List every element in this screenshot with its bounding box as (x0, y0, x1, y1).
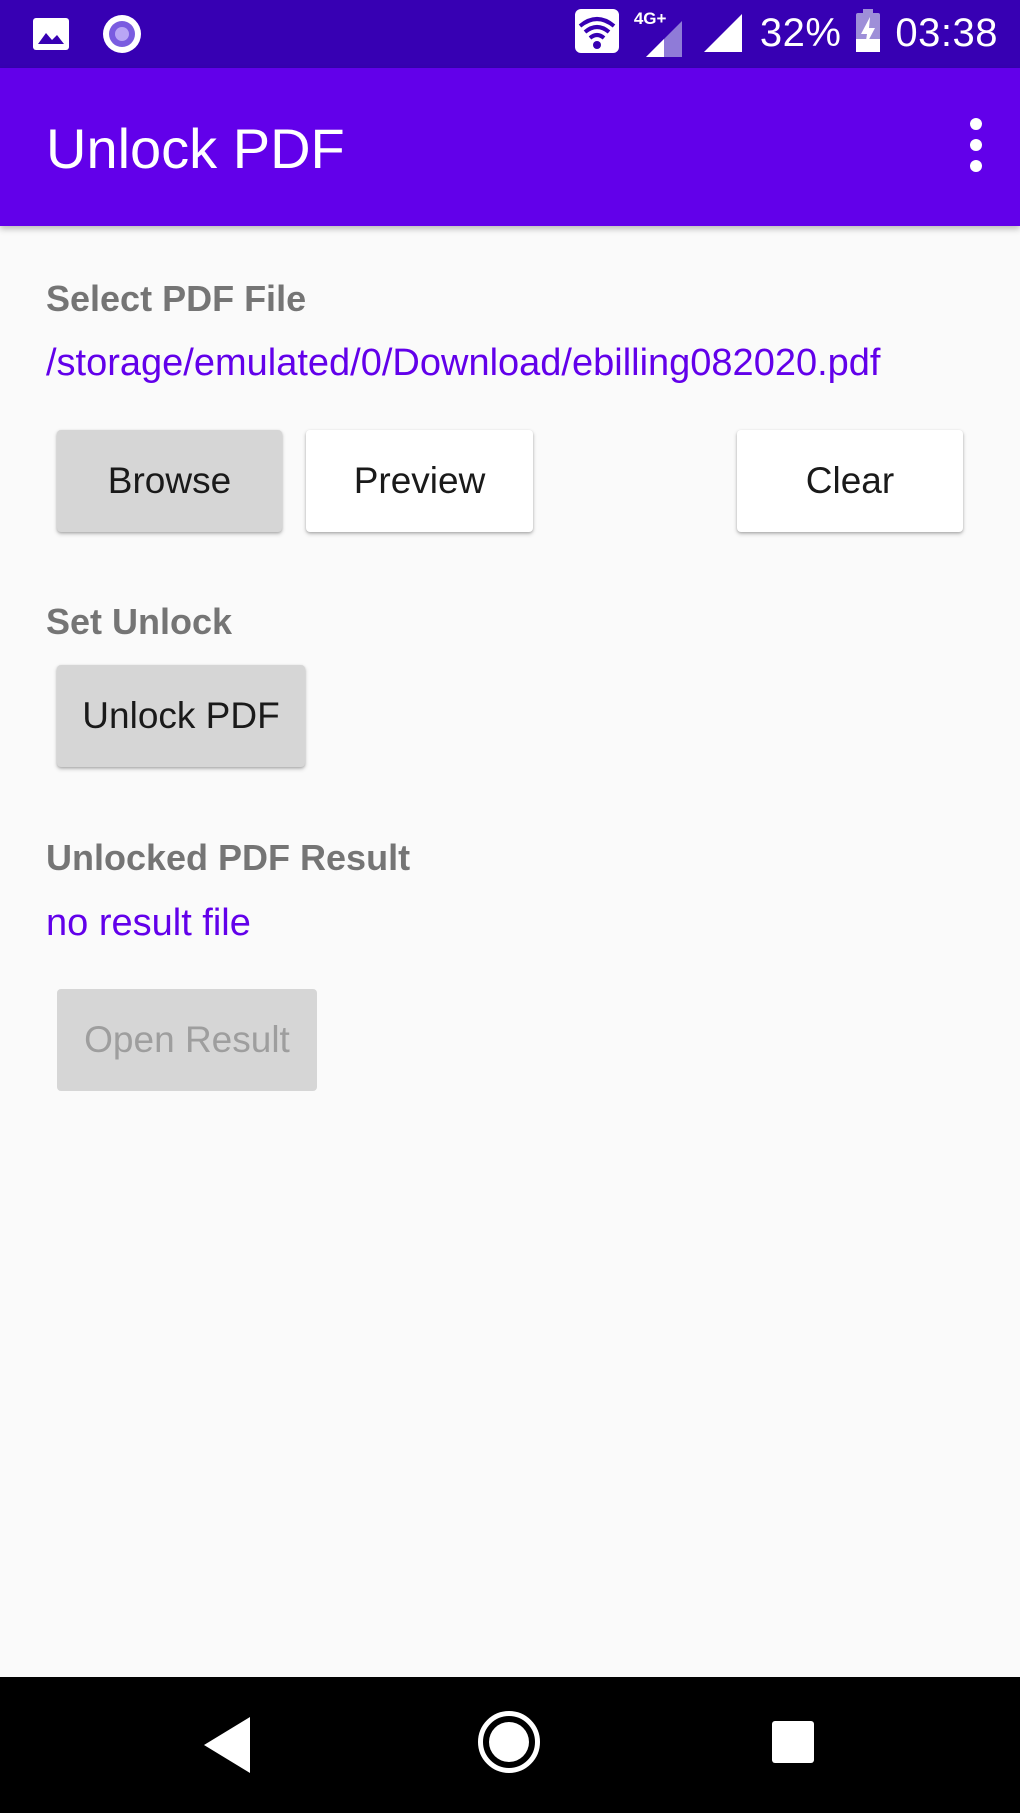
unlock-pdf-button[interactable]: Unlock PDF (57, 665, 305, 767)
signal-icon (700, 8, 746, 59)
recents-icon[interactable] (772, 1721, 814, 1763)
result-label: Unlocked PDF Result (46, 837, 411, 878)
overflow-menu-icon[interactable] (964, 118, 988, 172)
home-icon[interactable] (478, 1711, 540, 1773)
selected-file-path: /storage/emulated/0/Download/ebilling082… (46, 342, 881, 384)
mobile-signal-icon: 4G+ (634, 9, 686, 59)
result-file-text: no result file (46, 902, 251, 944)
status-bar: 4G+ 32% 03:38 (0, 0, 1020, 68)
battery-charging-icon (855, 9, 881, 58)
image-icon (32, 17, 70, 56)
clear-button[interactable]: Clear (737, 430, 963, 532)
back-icon[interactable] (204, 1717, 250, 1773)
app-title: Unlock PDF (46, 117, 345, 180)
select-file-label: Select PDF File (46, 278, 307, 319)
app-bar: Unlock PDF (0, 68, 1020, 226)
preview-button[interactable]: Preview (306, 430, 533, 532)
record-icon (102, 14, 142, 59)
navigation-bar (0, 1677, 1020, 1813)
clock: 03:38 (895, 11, 998, 55)
battery-percent: 32% (759, 11, 842, 55)
wifi-icon (574, 8, 620, 59)
open-result-button: Open Result (57, 989, 317, 1091)
set-unlock-label: Set Unlock (46, 601, 233, 642)
browse-button[interactable]: Browse (57, 430, 282, 532)
